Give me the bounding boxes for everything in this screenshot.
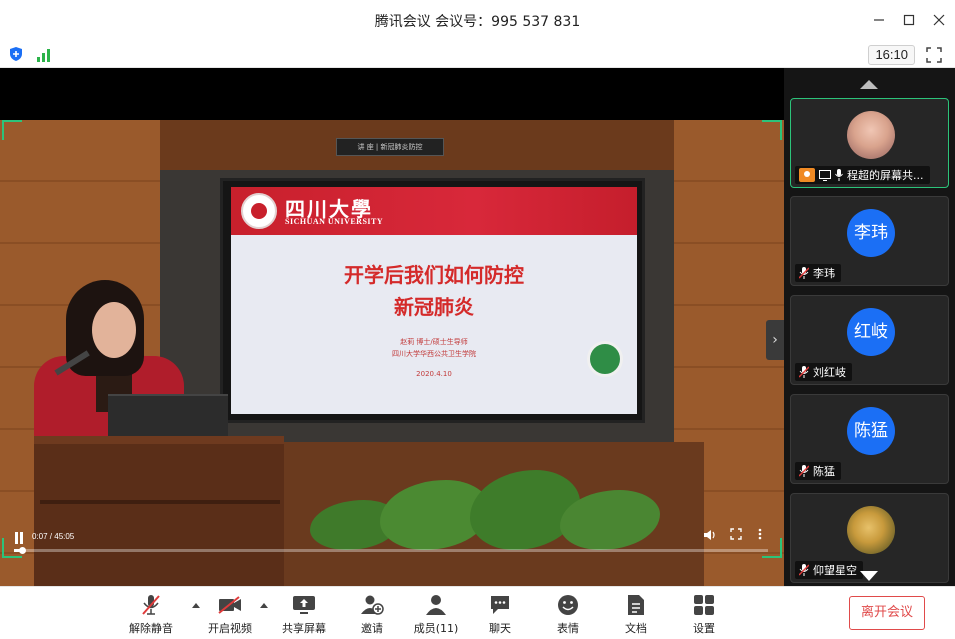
video-caption: 讲 座 | 新冠肺炎防控 bbox=[336, 138, 444, 156]
share-frame-corner bbox=[762, 120, 782, 140]
members-icon bbox=[423, 593, 449, 617]
slide-institution: 四川大学华西公共卫生学院 bbox=[392, 350, 476, 358]
expand-icon[interactable] bbox=[728, 528, 744, 544]
unmute-button[interactable]: 解除静音 bbox=[120, 593, 182, 637]
participant-sidebar: 程超的屏幕共... 李玮 李玮 红岐 刘红岐 陈猛 陈猛 仰望星空 bbox=[784, 68, 955, 586]
participant-name: 陈猛 bbox=[813, 465, 835, 478]
meeting-toolbar: 解除静音 开启视频 共享屏幕 邀请 成员(11) 聊天 表情 文档 设置 离开会… bbox=[0, 586, 955, 639]
next-page-arrow[interactable]: › bbox=[766, 320, 784, 360]
share-screen-label: 共享屏幕 bbox=[282, 622, 326, 635]
mic-muted-icon bbox=[799, 564, 809, 576]
chat-label: 聊天 bbox=[489, 622, 511, 635]
slide-title-line2: 新冠肺炎 bbox=[394, 295, 474, 319]
camera-off-icon bbox=[217, 593, 243, 617]
participant-tile[interactable]: 仰望星空 bbox=[790, 493, 949, 583]
participant-tile[interactable]: 程超的屏幕共... bbox=[790, 98, 949, 188]
docs-button[interactable]: 文档 bbox=[605, 593, 667, 637]
slide-university-en: SICHUAN UNIVERSITY bbox=[285, 217, 384, 226]
video-options-caret[interactable] bbox=[260, 603, 268, 608]
school-logo-icon bbox=[587, 341, 623, 377]
shield-icon[interactable] bbox=[8, 46, 24, 62]
screen-share-icon bbox=[819, 169, 831, 181]
settings-label: 设置 bbox=[693, 622, 715, 635]
participant-avatar bbox=[847, 506, 895, 554]
unmute-label: 解除静音 bbox=[129, 622, 173, 635]
start-video-label: 开启视频 bbox=[208, 622, 252, 635]
minimize-icon[interactable] bbox=[869, 10, 889, 30]
video-player-controls: 0:07 / 45:05 bbox=[0, 524, 784, 558]
leave-meeting-button[interactable]: 离开会议 bbox=[849, 596, 925, 630]
add-user-icon bbox=[359, 593, 385, 617]
pause-icon[interactable] bbox=[14, 532, 24, 544]
settings-button[interactable]: 设置 bbox=[673, 593, 735, 637]
participant-avatar: 红岐 bbox=[847, 308, 895, 356]
microphone-icon bbox=[835, 169, 843, 181]
shared-screen-stage: 四川大學 SICHUAN UNIVERSITY 开学后我们如何防控 新冠肺炎 赵… bbox=[0, 68, 784, 586]
mic-muted-icon bbox=[799, 366, 809, 378]
status-bar: 16:10 bbox=[0, 42, 955, 68]
participant-tile[interactable]: 陈猛 陈猛 bbox=[790, 394, 949, 484]
shared-video[interactable]: 四川大學 SICHUAN UNIVERSITY 开学后我们如何防控 新冠肺炎 赵… bbox=[0, 120, 784, 586]
host-badge-icon bbox=[799, 168, 815, 182]
participant-name-tag: 程超的屏幕共... bbox=[795, 166, 930, 184]
participant-name-tag: 陈猛 bbox=[795, 462, 841, 480]
slide-author: 赵莉 博士/硕士生导师 bbox=[400, 338, 468, 346]
grid-settings-icon bbox=[691, 593, 717, 617]
scroll-down-arrow[interactable] bbox=[860, 571, 878, 581]
smile-icon bbox=[555, 593, 581, 617]
reactions-button[interactable]: 表情 bbox=[537, 593, 599, 637]
fullscreen-icon[interactable] bbox=[925, 46, 943, 64]
participant-name: 刘红岐 bbox=[813, 366, 846, 379]
participant-avatar: 陈猛 bbox=[847, 407, 895, 455]
video-progress-knob[interactable] bbox=[18, 547, 26, 554]
participant-avatar bbox=[847, 111, 895, 159]
participant-name: 程超的屏幕共... bbox=[847, 169, 924, 182]
scroll-up-arrow[interactable] bbox=[860, 80, 878, 89]
university-seal-icon bbox=[241, 193, 277, 229]
close-icon[interactable] bbox=[929, 10, 949, 30]
members-button[interactable]: 成员(11) bbox=[405, 593, 467, 637]
docs-label: 文档 bbox=[625, 622, 647, 635]
player-time: 0:07 / 45:05 bbox=[32, 532, 75, 541]
video-progress-bar[interactable] bbox=[14, 547, 768, 554]
slide-date: 2020.4.10 bbox=[416, 370, 452, 378]
podium-laptop bbox=[108, 394, 228, 442]
maximize-icon[interactable] bbox=[899, 10, 919, 30]
more-icon[interactable] bbox=[752, 528, 768, 544]
participant-tile[interactable]: 李玮 李玮 bbox=[790, 196, 949, 286]
mic-muted-icon bbox=[799, 465, 809, 477]
participant-name-tag: 李玮 bbox=[795, 264, 841, 282]
share-frame-corner bbox=[2, 120, 22, 140]
reactions-label: 表情 bbox=[557, 622, 579, 635]
invite-button[interactable]: 邀请 bbox=[341, 593, 403, 637]
speaker-face bbox=[92, 302, 136, 358]
chat-icon bbox=[487, 593, 513, 617]
meeting-clock: 16:10 bbox=[868, 45, 915, 65]
podium bbox=[34, 436, 284, 586]
participant-tile[interactable]: 红岐 刘红岐 bbox=[790, 295, 949, 385]
invite-label: 邀请 bbox=[361, 622, 383, 635]
mic-muted-icon bbox=[799, 267, 809, 279]
presentation-monitor: 四川大學 SICHUAN UNIVERSITY 开学后我们如何防控 新冠肺炎 赵… bbox=[220, 178, 645, 423]
chat-button[interactable]: 聊天 bbox=[469, 593, 531, 637]
participant-name: 仰望星空 bbox=[813, 564, 857, 577]
participant-name-tag: 仰望星空 bbox=[795, 561, 863, 579]
mic-muted-icon bbox=[138, 593, 164, 617]
signal-icon[interactable] bbox=[36, 47, 52, 62]
share-screen-button[interactable]: 共享屏幕 bbox=[273, 593, 335, 637]
participant-avatar: 李玮 bbox=[847, 209, 895, 257]
volume-icon[interactable] bbox=[702, 528, 718, 544]
window-title: 腾讯会议 会议号：995 537 831 bbox=[374, 14, 581, 30]
share-screen-icon bbox=[291, 593, 317, 617]
participant-name: 李玮 bbox=[813, 267, 835, 280]
document-icon bbox=[623, 593, 649, 617]
members-label: 成员(11) bbox=[413, 622, 459, 635]
start-video-button[interactable]: 开启视频 bbox=[199, 593, 261, 637]
presentation-slide: 四川大學 SICHUAN UNIVERSITY 开学后我们如何防控 新冠肺炎 赵… bbox=[231, 187, 637, 414]
slide-title-line1: 开学后我们如何防控 bbox=[344, 263, 524, 287]
window-titlebar: 腾讯会议 会议号：995 537 831 bbox=[0, 0, 955, 42]
participant-name-tag: 刘红岐 bbox=[795, 363, 852, 381]
